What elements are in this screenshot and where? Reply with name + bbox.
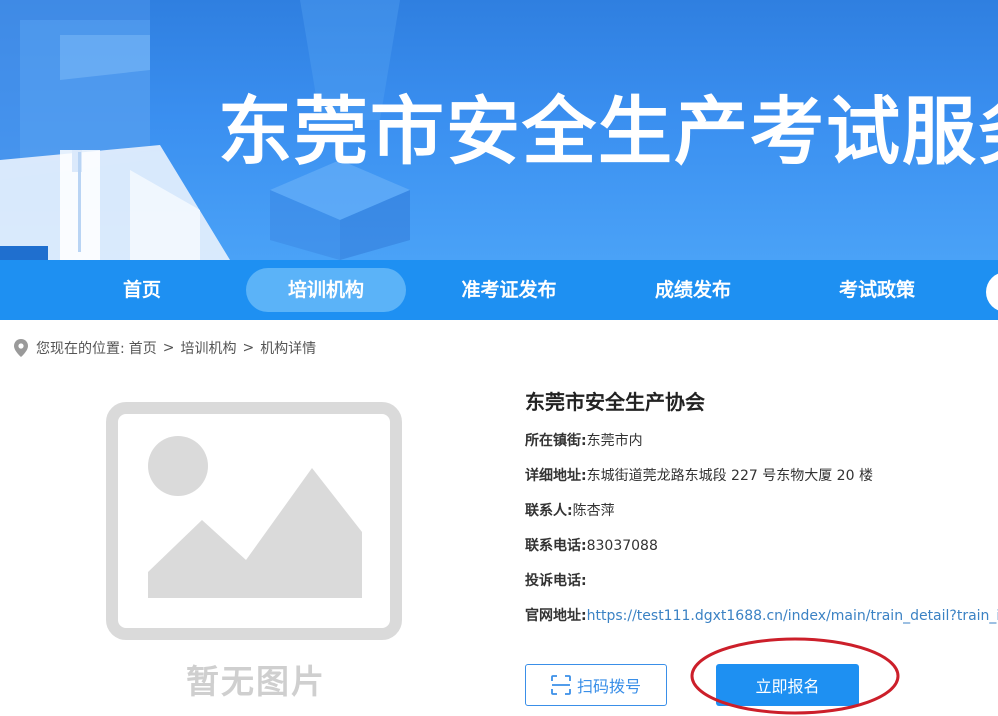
field-address-value: 东城街道莞龙路东城段 227 号东物大厦 20 楼 bbox=[586, 468, 873, 484]
main-nav: 首页 培训机构 准考证发布 成绩发布 考试政策 bbox=[0, 260, 998, 320]
field-website: 官网地址:https://test111.dgxt1688.cn/index/m… bbox=[525, 605, 998, 625]
site-title: 东莞市安全生产考试服务 bbox=[218, 89, 998, 175]
breadcrumb-training[interactable]: 培训机构 bbox=[180, 338, 236, 358]
field-contact-value: 陈杏萍 bbox=[572, 503, 615, 519]
field-phone-label: 联系电话: bbox=[525, 538, 587, 554]
apply-now-button[interactable]: 立即报名 bbox=[716, 664, 859, 706]
nav-item-training[interactable]: 培训机构 bbox=[246, 268, 406, 312]
org-name: 东莞市安全生产协会 bbox=[525, 390, 705, 414]
breadcrumb: 您现在的位置: 首页 > 培训机构 > 机构详情 bbox=[14, 337, 316, 359]
field-phone: 联系电话:83037088 bbox=[525, 535, 658, 555]
field-website-label: 官网地址: bbox=[525, 608, 587, 624]
field-town-label: 所在镇街: bbox=[525, 433, 587, 449]
field-contact: 联系人:陈杏萍 bbox=[525, 500, 615, 520]
scan-dial-label: 扫码拨号 bbox=[576, 677, 641, 696]
nav-item-home[interactable]: 首页 bbox=[82, 268, 202, 312]
scan-icon bbox=[551, 675, 571, 695]
field-address-label: 详细地址: bbox=[525, 468, 587, 484]
image-placeholder-icon bbox=[106, 402, 402, 640]
breadcrumb-separator: > bbox=[242, 340, 255, 356]
field-address: 详细地址:东城街道莞龙路东城段 227 号东物大厦 20 楼 bbox=[525, 465, 873, 485]
breadcrumb-home[interactable]: 首页 bbox=[129, 338, 157, 358]
field-town: 所在镇街:东莞市内 bbox=[525, 430, 643, 450]
nav-item-policy[interactable]: 考试政策 bbox=[816, 268, 938, 312]
website-link[interactable]: https://test111.dgxt1688.cn/index/main/t… bbox=[587, 608, 998, 624]
field-phone-value: 83037088 bbox=[586, 538, 658, 554]
field-contact-label: 联系人: bbox=[525, 503, 573, 519]
breadcrumb-current: 机构详情 bbox=[260, 341, 317, 357]
scan-dial-button[interactable]: 扫码拨号 bbox=[525, 664, 667, 706]
apply-now-label: 立即报名 bbox=[755, 677, 820, 696]
field-town-value: 东莞市内 bbox=[586, 433, 643, 449]
field-complaint: 投诉电话: bbox=[525, 570, 587, 590]
breadcrumb-separator: > bbox=[162, 340, 175, 356]
breadcrumb-prefix: 您现在的位置: bbox=[36, 341, 125, 357]
location-pin-icon bbox=[14, 339, 28, 357]
field-complaint-label: 投诉电话: bbox=[525, 573, 587, 589]
nav-item-admission-ticket[interactable]: 准考证发布 bbox=[440, 268, 578, 312]
nav-item-results[interactable]: 成绩发布 bbox=[632, 268, 754, 312]
header-banner: 东莞市安全生产考试服务 bbox=[0, 0, 998, 260]
no-image-label: 暂无图片 bbox=[186, 662, 326, 701]
